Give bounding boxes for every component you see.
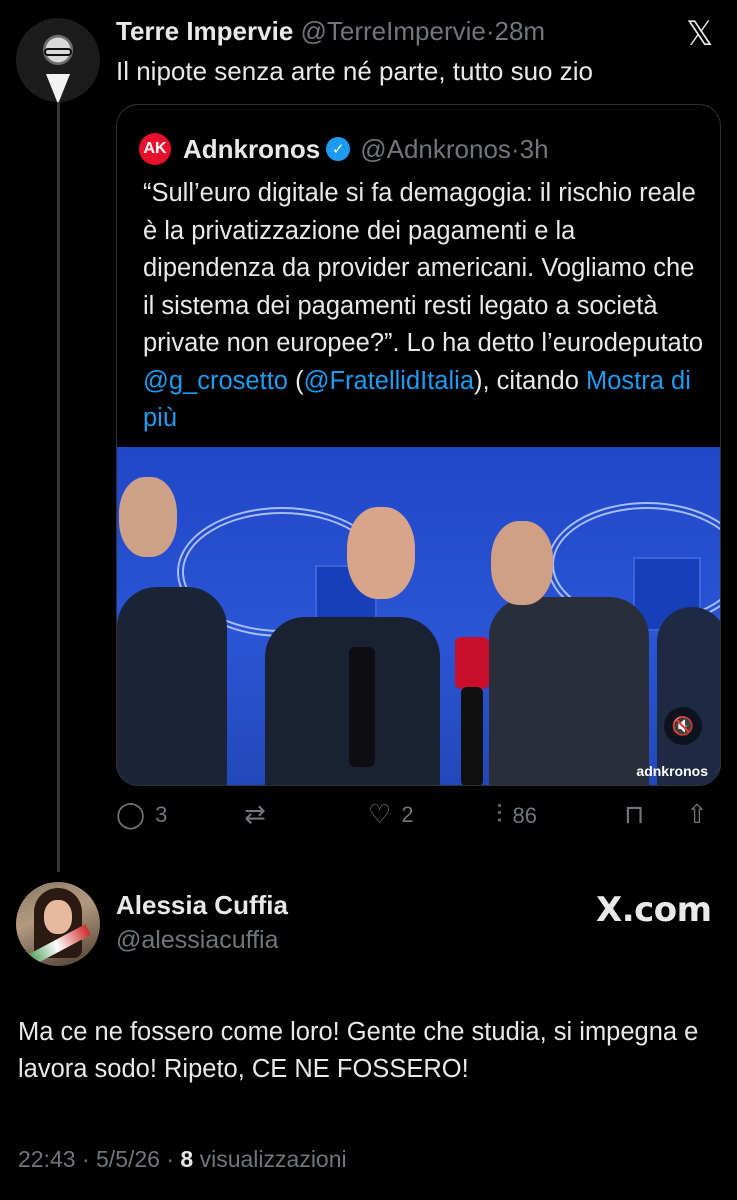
- reply-views-label: visualizzazioni: [199, 1146, 347, 1172]
- microphone: [455, 637, 489, 689]
- person-right: [489, 597, 649, 785]
- video-watermark: adnkronos: [636, 763, 708, 779]
- avatar-glasses-shape: [44, 48, 72, 56]
- thread-connector-line: [57, 102, 60, 872]
- author-name[interactable]: Terre Impervie: [116, 16, 293, 46]
- reply-meta: 22:43 · 5/5/26 · 8 visualizzazioni: [18, 1146, 347, 1172]
- microphone: [461, 687, 483, 785]
- reply-icon: ◯: [116, 800, 146, 830]
- verified-badge-icon: ✓: [326, 137, 351, 161]
- avatar-face-shape: [44, 900, 72, 934]
- bookmark-action[interactable]: ⊓: [624, 800, 644, 830]
- analytics-icon: ⫶: [496, 800, 503, 830]
- speaker-muted-icon[interactable]: 🔇: [664, 707, 702, 745]
- heart-icon: ♡: [368, 800, 392, 830]
- quoted-text-part1: “Sull’euro digitale si fa demagogia: il …: [143, 179, 704, 357]
- quoted-author-name[interactable]: Adnkronos: [183, 134, 320, 165]
- reply-text: Ma ce ne fossero come loro! Gente che st…: [18, 1018, 699, 1083]
- mention-link[interactable]: @g_crosetto: [143, 367, 288, 395]
- quoted-video[interactable]: 🔇 adnkronos: [117, 447, 720, 785]
- person-right-face: [491, 521, 553, 605]
- reply-author-handle[interactable]: @alessiacuffia: [116, 926, 279, 955]
- adnkronos-logo-icon: AK: [139, 133, 171, 165]
- reply-date[interactable]: 5/5/26: [96, 1146, 160, 1172]
- mention-link[interactable]: @FratellidItalia: [304, 367, 474, 395]
- author-avatar[interactable]: [16, 18, 100, 102]
- separator: ·: [485, 16, 495, 46]
- x-com-brand: X.com: [596, 890, 712, 930]
- quoted-text-part2: (: [295, 366, 304, 395]
- separator: ·: [510, 133, 520, 164]
- tweet-text: Il nipote senza arte né parte, tutto suo…: [116, 56, 593, 86]
- share-action[interactable]: ⇧: [686, 800, 708, 830]
- person-left: [117, 587, 227, 785]
- tweet-time[interactable]: 28m: [495, 16, 546, 46]
- reply-views-count: 8: [180, 1146, 194, 1172]
- x-logo-icon[interactable]: 𝕏: [686, 14, 713, 54]
- person-far-right: [657, 607, 720, 785]
- quoted-author-handle[interactable]: @Adnkronos: [360, 134, 511, 165]
- tweet-actions: ◯ 3 ⇄ ♡ 2 ⫶ 86 ⊓ ⇧: [116, 800, 721, 836]
- quoted-text: “Sull’euro digitale si fa demagogia: il …: [143, 175, 703, 438]
- retweet-action[interactable]: ⇄: [244, 800, 276, 830]
- microphone: [349, 647, 375, 767]
- reply-author-name[interactable]: Alessia Cuffia: [116, 890, 288, 921]
- person-center-face: [347, 507, 415, 599]
- person-left-face: [119, 477, 177, 557]
- quoted-time[interactable]: 3h: [520, 134, 549, 165]
- quoted-tweet-card[interactable]: AK Adnkronos ✓ @Adnkronos · 3h “Sull’euro …: [116, 104, 721, 786]
- reply-time[interactable]: 22:43: [18, 1146, 76, 1172]
- like-count: 2: [401, 802, 414, 827]
- like-action[interactable]: ♡ 2: [368, 800, 414, 830]
- reply-author-avatar[interactable]: [16, 882, 100, 966]
- retweet-icon: ⇄: [244, 800, 266, 830]
- quoted-text-part3: ), citando: [474, 366, 586, 395]
- views-count: 86: [512, 802, 537, 828]
- bookmark-icon: ⊓: [624, 800, 645, 830]
- views-action[interactable]: ⫶ 86: [496, 800, 537, 831]
- quoted-header: AK Adnkronos ✓ @Adnkronos · 3h: [139, 133, 549, 165]
- tweet-header: Terre Impervie @TerreImpervie·28m: [116, 16, 545, 47]
- avatar-collar-shape: [46, 74, 70, 102]
- author-handle[interactable]: @TerreImpervie: [301, 16, 486, 46]
- reply-count: 3: [155, 802, 168, 827]
- reply-action[interactable]: ◯ 3: [116, 800, 167, 830]
- share-icon: ⇧: [686, 800, 708, 830]
